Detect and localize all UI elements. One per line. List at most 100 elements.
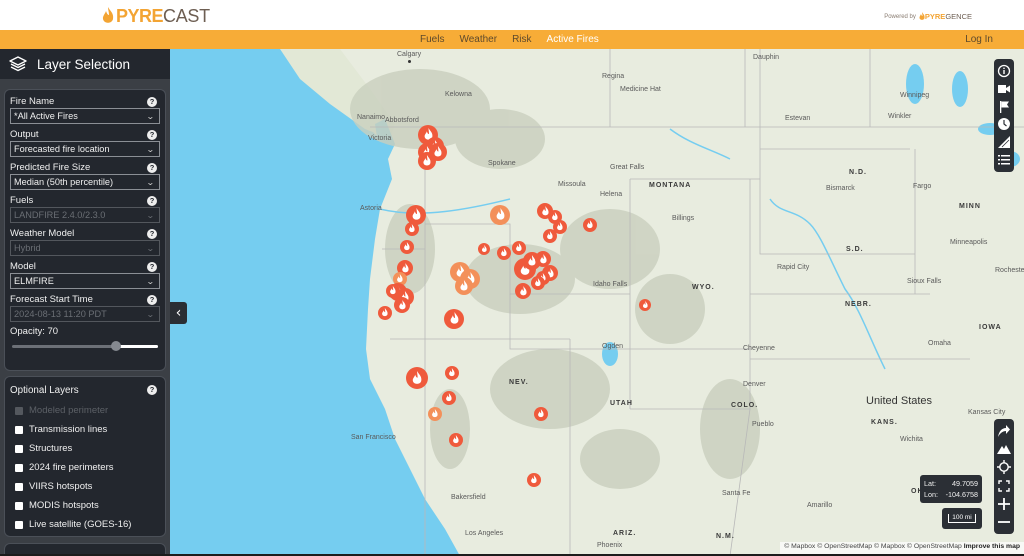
city-label: Winnipeg: [900, 92, 930, 99]
improve-map-link[interactable]: Improve this map: [964, 543, 1020, 550]
fire-marker[interactable]: [394, 297, 410, 313]
flame-icon: [460, 280, 468, 291]
powered-by: Powered by PYRE GENCE: [884, 12, 972, 21]
list-icon[interactable]: [996, 152, 1012, 168]
attribution-text[interactable]: © Mapbox © OpenStreetMap © Mapbox © Open…: [784, 543, 962, 550]
fire-marker[interactable]: [531, 276, 545, 290]
optional-layers-panel: Optional Layers ? Modeled perimeter Trans…: [4, 376, 166, 537]
chevron-down-icon: ⌄: [146, 177, 156, 187]
fire-marker[interactable]: [527, 473, 541, 487]
nav-risk[interactable]: Risk: [512, 34, 531, 45]
city-label: Denver: [743, 381, 766, 388]
field-label: Fire Name?: [10, 95, 160, 108]
fire-marker[interactable]: [444, 309, 464, 329]
help-icon[interactable]: ?: [147, 228, 157, 239]
help-icon[interactable]: ?: [147, 261, 157, 272]
help-icon[interactable]: ?: [147, 129, 157, 140]
fire-marker[interactable]: [478, 243, 490, 255]
flame-icon: [446, 393, 452, 402]
fire-marker[interactable]: [515, 283, 531, 299]
fire-marker[interactable]: [445, 366, 459, 380]
fire-marker[interactable]: [442, 391, 456, 405]
flame-icon: [412, 370, 422, 384]
city-label: Phoenix: [597, 542, 623, 549]
flame-icon: [423, 155, 431, 166]
fire-marker[interactable]: [497, 246, 511, 260]
help-icon[interactable]: ?: [147, 385, 157, 395]
pyrecast-logo[interactable]: PYRE CAST: [101, 4, 210, 28]
fire-marker[interactable]: [583, 218, 597, 232]
info-icon[interactable]: [996, 63, 1012, 79]
chevron-down-icon: ⌄: [146, 243, 156, 253]
nav-fuels[interactable]: Fuels: [420, 34, 444, 45]
optional-layer-item[interactable]: MODIS hotspots: [10, 496, 160, 515]
measure-icon[interactable]: [996, 134, 1012, 150]
checkbox[interactable]: [15, 444, 23, 453]
nav-weather[interactable]: Weather: [459, 34, 497, 45]
fire-marker[interactable]: [639, 299, 651, 311]
fire-marker[interactable]: [378, 306, 392, 320]
clock-icon[interactable]: [996, 116, 1012, 132]
flag-icon[interactable]: [996, 99, 1012, 115]
city-label: Victoria: [368, 135, 392, 142]
help-icon[interactable]: ?: [147, 294, 157, 305]
share-icon[interactable]: [996, 423, 1012, 439]
select-output[interactable]: Forecasted fire location ⌄: [10, 141, 160, 157]
fire-marker[interactable]: [386, 284, 400, 298]
optional-layer-item[interactable]: Structures: [10, 439, 160, 458]
fire-marker[interactable]: [406, 367, 428, 389]
select-model[interactable]: ELMFIRE ⌄: [10, 273, 160, 289]
field-label: Predicted Fire Size?: [10, 161, 160, 174]
flame-icon: [449, 368, 455, 377]
optional-layer-item[interactable]: 2024 fire perimeters: [10, 458, 160, 477]
fullscreen-icon[interactable]: [996, 478, 1012, 494]
state-label: NEV.: [509, 379, 529, 386]
fire-marker[interactable]: [534, 407, 548, 421]
city-label: Dauphin: [753, 54, 780, 61]
fire-marker[interactable]: [455, 277, 473, 295]
checkbox[interactable]: [15, 501, 23, 510]
nav-bar: Fuels Weather Risk Active Fires Log In: [0, 30, 1024, 49]
checkbox[interactable]: [15, 425, 23, 434]
chevron-down-icon: ⌄: [146, 309, 156, 319]
help-icon[interactable]: ?: [147, 162, 157, 173]
flame-icon: [642, 301, 648, 309]
fire-marker[interactable]: [449, 433, 463, 447]
fire-marker[interactable]: [418, 152, 436, 170]
zoom-in-icon[interactable]: [996, 496, 1012, 512]
fire-marker[interactable]: [543, 229, 557, 243]
state-label: IOWA: [979, 324, 1002, 331]
map-canvas[interactable]: Calgary Medicine Hat Regina Dauphin Winn…: [170, 49, 1024, 556]
optional-layer-item[interactable]: Live satellite (GOES-16): [10, 515, 160, 534]
fire-marker[interactable]: [405, 222, 419, 236]
login-link[interactable]: Log In: [965, 30, 993, 49]
camera-icon[interactable]: [996, 81, 1012, 97]
checkbox: [15, 406, 23, 415]
fire-marker[interactable]: [400, 240, 414, 254]
checkbox[interactable]: [15, 482, 23, 491]
optional-layer-item[interactable]: VIIRS hotspots: [10, 477, 160, 496]
nav-active-fires[interactable]: Active Fires: [547, 34, 599, 45]
fire-marker[interactable]: [490, 205, 510, 225]
chevron-down-icon: ⌄: [146, 144, 156, 154]
zoom-out-icon[interactable]: [996, 514, 1012, 530]
locate-icon[interactable]: [996, 459, 1012, 475]
optional-layer-label: Live satellite (GOES-16): [29, 519, 132, 530]
terrain-icon[interactable]: [996, 441, 1012, 457]
checkbox[interactable]: [15, 463, 23, 472]
fire-marker[interactable]: [512, 241, 526, 255]
lat-label: Lat:: [924, 479, 936, 488]
help-icon[interactable]: ?: [147, 96, 157, 107]
checkbox[interactable]: [15, 520, 23, 529]
slider-thumb[interactable]: [110, 341, 121, 351]
opacity-slider[interactable]: [10, 341, 160, 351]
fire-marker[interactable]: [428, 407, 442, 421]
flame-icon: [587, 220, 593, 229]
optional-layer-item[interactable]: Transmission lines: [10, 420, 160, 439]
flame-icon: [501, 248, 507, 257]
select-fire-name[interactable]: *All Active Fires ⌄: [10, 108, 160, 124]
coordinate-readout: Lat: 49.7059 Lon: -104.6758: [920, 475, 982, 503]
help-icon[interactable]: ?: [147, 195, 157, 206]
select-predicted-fire-size[interactable]: Median (50th percentile) ⌄: [10, 174, 160, 190]
collapse-sidebar-button[interactable]: ‹: [170, 302, 187, 324]
